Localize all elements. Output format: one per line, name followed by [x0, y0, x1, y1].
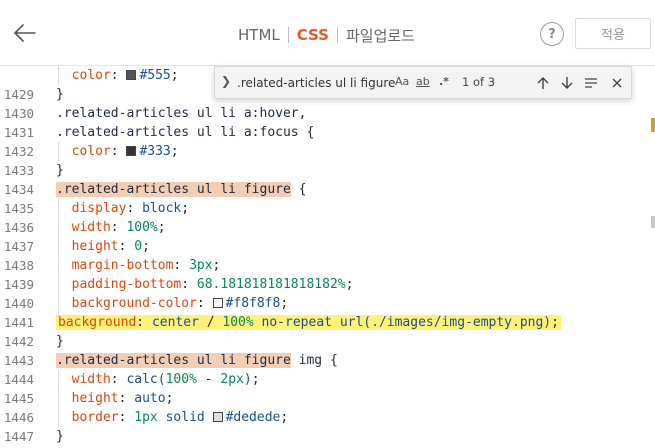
color-swatch[interactable] — [126, 146, 137, 156]
code-line: 1442 background: center / 100% no-repeat… — [0, 313, 640, 349]
code-line: 1448 } — [0, 427, 640, 446]
code-text: .related-articles ul li figure { — [56, 182, 307, 197]
tab-divider — [287, 27, 289, 43]
editor-tabs: HTML CSS 파일업로드 — [238, 24, 415, 46]
code-line: 1444 .related-articles ul li figure img … — [0, 351, 640, 387]
close-find-button[interactable] — [607, 73, 627, 93]
code-text: width: calc(100% - 2px); — [56, 372, 260, 387]
apply-button[interactable]: 적용 — [575, 18, 651, 49]
back-button[interactable] — [10, 18, 40, 48]
find-widget: ❯ Aa ab .* 1 of 3 — [214, 66, 632, 99]
code-line: 1435 .related-articles ul li figure { — [0, 180, 640, 216]
code-text: } — [56, 429, 64, 444]
color-swatch[interactable] — [126, 70, 137, 80]
tab-css[interactable]: CSS — [297, 26, 329, 44]
code-line: 1446 height: auto; — [0, 389, 640, 425]
tab-divider — [336, 27, 338, 43]
selection-lines-icon — [585, 78, 597, 88]
arrow-down-icon — [561, 77, 573, 89]
scrollbar-match-marker — [651, 118, 655, 132]
code-line: 1433 color: #333; — [0, 142, 640, 178]
code-text: height: 0; — [56, 239, 150, 254]
next-match-button[interactable] — [557, 73, 577, 93]
code-text: } — [56, 87, 64, 102]
arrow-left-icon — [14, 24, 36, 42]
code-line: 1443 } — [0, 332, 640, 368]
code-line: 1438 height: 0; — [0, 237, 640, 273]
code-text: border: 1px solid #dedede; — [56, 410, 289, 425]
code-line: 1445 width: calc(100% - 2px); — [0, 370, 640, 406]
arrow-up-icon — [537, 77, 549, 89]
code-text: .related-articles ul li a:focus { — [56, 125, 315, 140]
code-text: background-color: #f8f8f8; — [56, 296, 289, 311]
code-line: 1431 .related-articles ul li a:hover, — [0, 104, 640, 140]
whole-word-toggle[interactable]: ab — [416, 75, 430, 88]
code-text: padding-bottom: 68.181818181818182%; — [56, 277, 354, 292]
color-swatch[interactable] — [212, 412, 223, 422]
close-icon — [612, 78, 622, 88]
code-line: 1441 background-color: #f8f8f8; — [0, 294, 640, 330]
code-line: 1437 width: 100%; — [0, 218, 640, 254]
search-match: .related-articles ul li figure — [56, 182, 291, 197]
code-text: background: center / 100% no-repeat url(… — [56, 313, 561, 332]
color-swatch[interactable] — [212, 298, 223, 308]
code-editor[interactable]: 1429 color: #555; 1430 } 1431 .related-a… — [0, 66, 655, 448]
code-text: .related-articles ul li a:hover, — [56, 106, 307, 121]
editor-header: HTML CSS 파일업로드 ? 적용 — [0, 0, 655, 66]
code-text: width: 100%; — [56, 220, 166, 235]
code-line: 1436 display: block; — [0, 199, 640, 235]
find-in-selection-button[interactable] — [581, 73, 601, 93]
help-icon: ? — [548, 26, 556, 42]
code-text: color: #555; — [56, 68, 179, 83]
match-count: 1 of 3 — [462, 75, 496, 89]
highlighted-line: background: center / 100% no-repeat url(… — [56, 315, 561, 330]
code-text: margin-bottom: 3px; — [56, 258, 221, 273]
code-text: display: block; — [56, 201, 190, 216]
code-line: 1439 margin-bottom: 3px; — [0, 256, 640, 292]
code-text: height: auto; — [56, 391, 174, 406]
scrollbar-marker — [651, 216, 655, 228]
code-text: } — [56, 334, 64, 349]
previous-match-button[interactable] — [533, 73, 553, 93]
tab-file-upload[interactable]: 파일업로드 — [346, 25, 415, 46]
search-match: .related-articles ul li figure — [56, 353, 291, 368]
help-button[interactable]: ? — [540, 22, 564, 46]
code-text: } — [56, 163, 64, 178]
chevron-right-icon[interactable]: ❯ — [221, 74, 231, 88]
code-line: 1432 .related-articles ul li a:focus { — [0, 123, 640, 159]
code-line: 1434 } — [0, 161, 640, 197]
match-case-toggle[interactable]: Aa — [395, 75, 409, 88]
tab-html[interactable]: HTML — [238, 26, 280, 44]
code-line: 1447 border: 1px solid #dedede; — [0, 408, 640, 444]
code-line: 1440 padding-bottom: 68.181818181818182%… — [0, 275, 640, 311]
code-text: color: #333; — [56, 144, 179, 159]
regex-toggle[interactable]: .* — [439, 75, 449, 88]
code-text: .related-articles ul li figure img { — [56, 353, 338, 368]
